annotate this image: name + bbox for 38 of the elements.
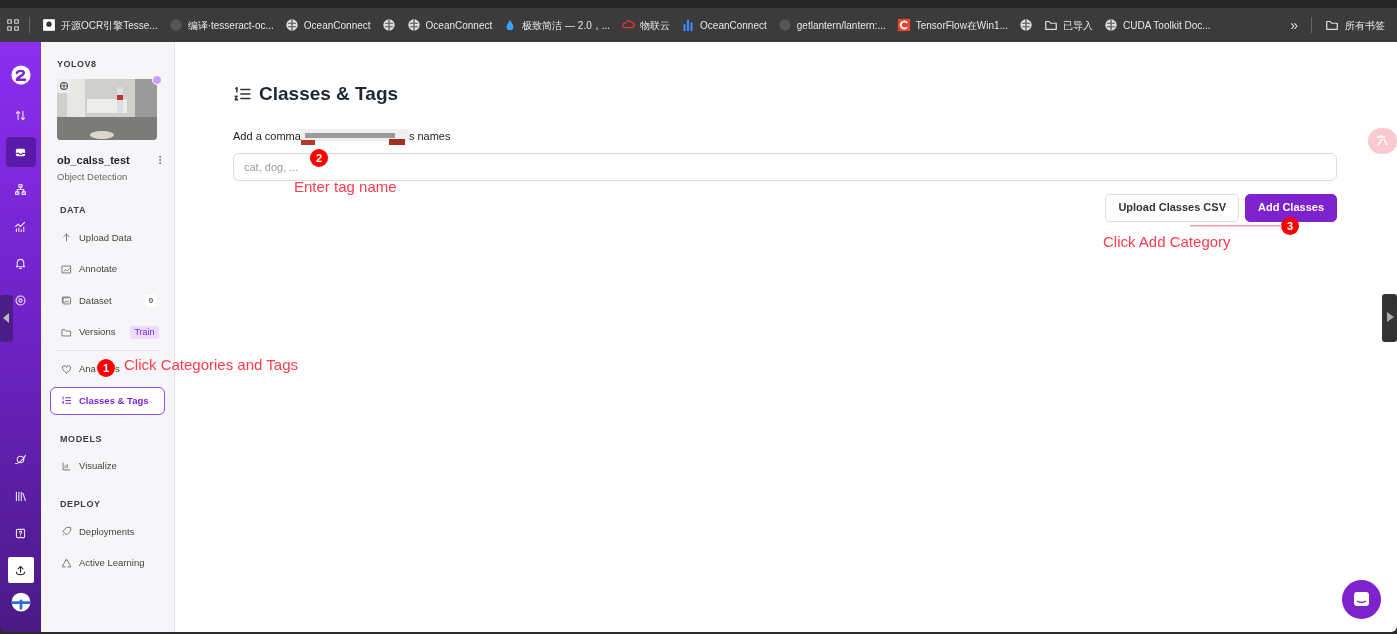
bookmark[interactable]: OceanConnect [279, 13, 376, 37]
bookmark[interactable]: OceanConnect [401, 13, 498, 37]
bookmark[interactable]: CUDA Toolkit Doc... [1099, 13, 1216, 37]
bookmark[interactable]: 物联云 [616, 13, 676, 37]
sidebar-item[interactable]: Dataset 0 [50, 286, 161, 315]
annotation-text: Click Add Category [1103, 232, 1231, 252]
bookmark[interactable]: 开源OCR引擎Tesse... [37, 13, 163, 37]
field-label: Add a comma [233, 129, 301, 145]
section-heading: MODELS [59, 432, 104, 446]
section-heading: DATA [59, 204, 88, 218]
bookmark[interactable]: TensorFlow在Win1... [891, 13, 1013, 37]
sidebar-item[interactable]: Visualize [50, 452, 120, 481]
sidebar-item[interactable]: Annotate [50, 255, 121, 284]
tag-badge: Train [130, 325, 159, 339]
item-label: s [114, 362, 120, 377]
bookmark[interactable]: 编译·tesseract-oc... [163, 13, 279, 37]
add-button[interactable]: Add Classes [1244, 193, 1337, 222]
count-badge: 0 [144, 294, 158, 307]
field-label: s names [408, 129, 451, 145]
sidebar-item[interactable]: Active Learning [50, 549, 148, 578]
more-bookmarks-button[interactable]: » [1284, 14, 1304, 36]
bookmark[interactable]: 已导入 [1039, 13, 1098, 37]
bookmark[interactable]: OceanConnect [676, 13, 772, 37]
workspace-name: YOLOV8 [56, 58, 98, 71]
sidebar-item[interactable]: Deployments [50, 517, 138, 546]
page-title: Classes & Tags [259, 82, 399, 106]
project-type: Object Detection [56, 170, 129, 184]
project-name: ob_calss_test [57, 152, 130, 168]
bookmark[interactable]: 极致简洁 — 2.0，... [498, 13, 616, 37]
annotation-text: Click Categories and Tags [124, 355, 298, 375]
bookmark[interactable]: 所有书签 [1319, 17, 1391, 33]
upload-csv-button[interactable]: Upload Classes CSV [1105, 193, 1239, 222]
bookmark[interactable]: getlantern/lantern:... [772, 13, 891, 37]
section-heading: DEPLOY [59, 498, 102, 512]
sidebar-item[interactable]: Versions Train [50, 318, 162, 347]
sidebar-item[interactable]: Ana [50, 355, 99, 384]
sidebar-item[interactable]: Upload Data [50, 223, 135, 252]
sidebar-item[interactable]: Classes & Tags [50, 386, 165, 415]
